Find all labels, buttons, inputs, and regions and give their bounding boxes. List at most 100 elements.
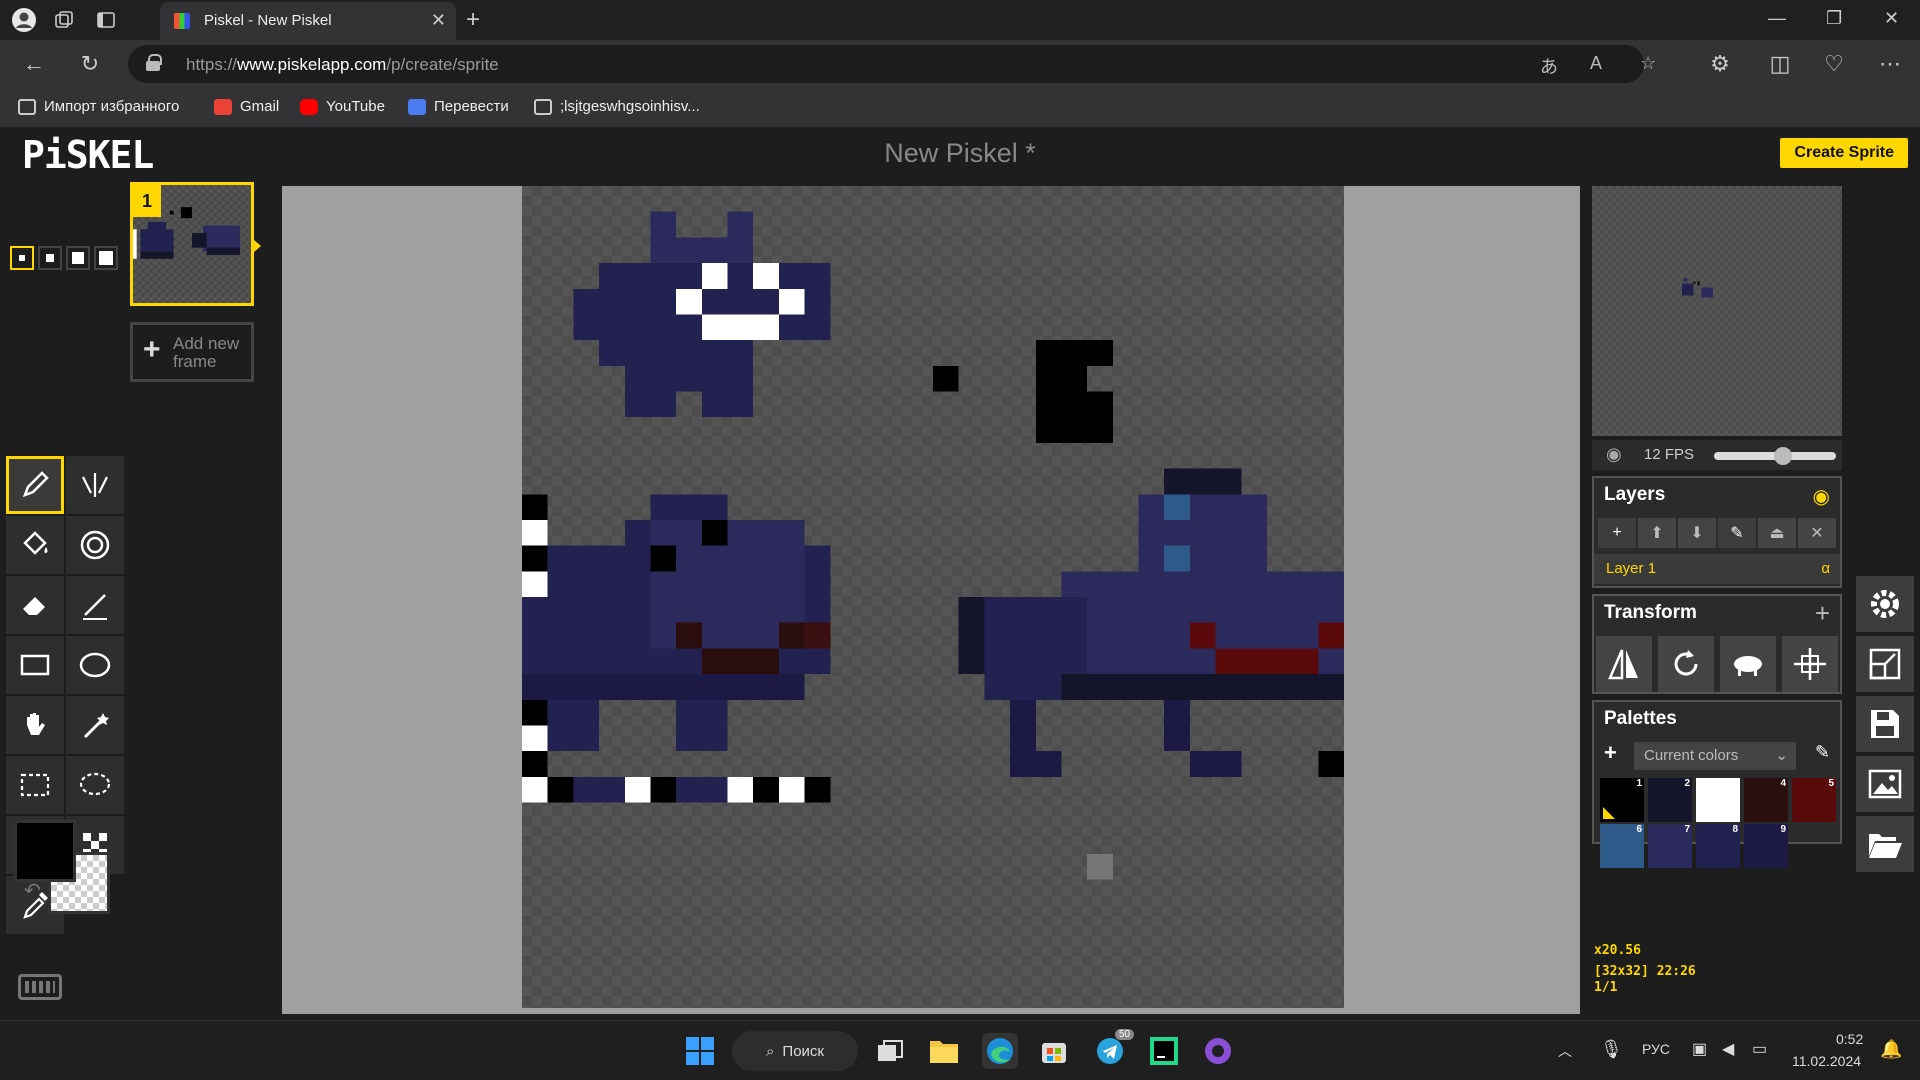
add-frame-button[interactable]: + Add new frame xyxy=(130,322,254,382)
alpha-icon[interactable]: α xyxy=(1821,560,1830,577)
resize-button[interactable] xyxy=(1856,636,1914,692)
expand-transform-icon[interactable]: + xyxy=(1815,598,1830,629)
add-layer-button[interactable]: + xyxy=(1598,518,1636,548)
read-aloud-icon[interactable]: A xyxy=(1590,53,1602,74)
tray-chevron-up-icon[interactable]: ︿ xyxy=(1558,1041,1572,1061)
fps-slider-knob[interactable] xyxy=(1774,447,1792,465)
export-button[interactable] xyxy=(1856,756,1914,812)
vertical-mirror-tool[interactable] xyxy=(66,456,124,514)
rectangle-select-tool[interactable] xyxy=(6,756,64,814)
minimize-icon[interactable]: — xyxy=(1768,8,1786,29)
profile-icon[interactable] xyxy=(10,6,38,34)
lasso-select-tool[interactable] xyxy=(66,756,124,814)
pen-size-4[interactable] xyxy=(94,246,118,270)
telegram-icon[interactable]: 50 xyxy=(1092,1029,1134,1069)
clone-button[interactable] xyxy=(1720,636,1776,692)
animation-preview[interactable] xyxy=(1592,186,1842,436)
save-button[interactable] xyxy=(1856,696,1914,752)
move-tool[interactable] xyxy=(6,696,64,754)
edit-palette-icon[interactable]: ✎ xyxy=(1815,742,1830,763)
center-button[interactable] xyxy=(1782,636,1838,692)
github-desktop-icon[interactable] xyxy=(1200,1033,1236,1069)
close-tab-icon[interactable]: ✕ xyxy=(431,10,446,31)
palette-swatch[interactable]: 9 xyxy=(1744,824,1788,868)
flip-button[interactable] xyxy=(1596,636,1652,692)
browser-essentials-icon[interactable]: ♡ xyxy=(1820,50,1848,78)
create-sprite-button[interactable]: Create Sprite xyxy=(1780,138,1908,168)
microphone-icon[interactable]: 🎙 xyxy=(1600,1039,1623,1060)
bookmark-item[interactable]: Gmail xyxy=(214,98,279,115)
move-layer-down-button[interactable]: ⬇ xyxy=(1678,518,1716,548)
volume-icon[interactable]: ◀ xyxy=(1722,1039,1734,1059)
extensions-icon[interactable]: ⚙ xyxy=(1706,50,1734,78)
edit-layer-button[interactable]: ✎ xyxy=(1718,518,1756,548)
bookmark-item[interactable]: Перевести xyxy=(408,98,509,115)
pen-tool[interactable] xyxy=(6,456,64,514)
pen-size-1[interactable] xyxy=(10,246,34,270)
shape-select-tool[interactable] xyxy=(66,696,124,754)
workspaces-icon[interactable] xyxy=(50,6,78,34)
onion-skin-icon[interactable]: ◉ xyxy=(1606,444,1622,465)
store-icon[interactable] xyxy=(1036,1033,1072,1069)
palette-swatch[interactable]: 4 xyxy=(1744,778,1788,822)
palette-swatch[interactable]: 3 xyxy=(1696,778,1740,822)
fps-slider[interactable] xyxy=(1714,447,1836,465)
input-language[interactable]: РУС xyxy=(1642,1041,1670,1057)
palette-swatch[interactable]: 8 xyxy=(1696,824,1740,868)
rotate-button[interactable] xyxy=(1658,636,1714,692)
palette-swatch[interactable]: 1 xyxy=(1600,778,1644,822)
file-explorer-icon[interactable] xyxy=(926,1033,962,1069)
favorite-star-icon[interactable]: ☆ xyxy=(1640,53,1656,74)
palette-swatch[interactable]: 7 xyxy=(1648,824,1692,868)
import-button[interactable] xyxy=(1856,816,1914,872)
pycharm-icon[interactable] xyxy=(1146,1033,1182,1069)
drawing-canvas-area[interactable] xyxy=(282,186,1580,1014)
pen-size-3[interactable] xyxy=(66,246,90,270)
back-icon[interactable]: ← xyxy=(20,50,48,78)
paint-bucket-tool[interactable] xyxy=(6,516,64,574)
clock-date[interactable]: 11.02.2024 xyxy=(1792,1053,1861,1069)
bookmark-item[interactable]: ;lsjtgeswhgsoinhisv... xyxy=(534,98,700,115)
eye-icon[interactable]: ◉ xyxy=(1813,484,1830,509)
delete-layer-button[interactable]: ✕ xyxy=(1798,518,1836,548)
palette-select[interactable]: Current colors ⌄ xyxy=(1634,742,1796,770)
start-icon[interactable] xyxy=(682,1033,718,1069)
close-window-icon[interactable]: ✕ xyxy=(1884,8,1899,29)
browser-tab-active[interactable]: Piskel - New Piskel ✕ xyxy=(160,2,456,40)
palette-swatch[interactable]: 2 xyxy=(1648,778,1692,822)
rectangle-tool[interactable] xyxy=(6,636,64,694)
page-title[interactable]: New Piskel * xyxy=(0,138,1920,169)
move-layer-up-button[interactable]: ⬆ xyxy=(1638,518,1676,548)
sprite-canvas[interactable] xyxy=(522,186,1344,1008)
bookmark-item[interactable]: Импорт избранного xyxy=(18,98,179,115)
add-palette-icon[interactable]: + xyxy=(1604,740,1617,766)
merge-layer-button[interactable]: ⏏ xyxy=(1758,518,1796,548)
split-screen-icon[interactable]: ◫ xyxy=(1766,50,1794,78)
circle-tool[interactable] xyxy=(66,636,124,694)
network-icon[interactable]: ▣ xyxy=(1692,1039,1707,1059)
task-view-icon[interactable] xyxy=(872,1033,908,1069)
bookmark-item[interactable]: YouTube xyxy=(300,98,385,115)
pen-size-2[interactable] xyxy=(38,246,62,270)
tab-actions-icon[interactable] xyxy=(92,6,120,34)
clock-time[interactable]: 0:52 xyxy=(1836,1031,1863,1047)
address-bar[interactable]: https://www.piskelapp.com/p/create/sprit… xyxy=(128,45,1656,83)
edge-browser-icon[interactable] xyxy=(982,1033,1018,1069)
frame-thumbnail[interactable]: 1 xyxy=(130,182,254,306)
more-menu-icon[interactable]: ⋯ xyxy=(1876,50,1904,78)
notifications-bell-icon[interactable]: 🔔 xyxy=(1880,1039,1902,1060)
eraser-tool[interactable] xyxy=(6,576,64,634)
restore-icon[interactable]: ❐ xyxy=(1826,8,1842,29)
layer-item[interactable]: Layer 1 α xyxy=(1594,554,1840,584)
paint-same-color-tool[interactable] xyxy=(66,516,124,574)
new-tab-icon[interactable]: + xyxy=(466,6,480,34)
settings-button[interactable] xyxy=(1856,576,1914,632)
stroke-tool[interactable] xyxy=(66,576,124,634)
primary-color[interactable] xyxy=(14,820,76,882)
reload-icon[interactable]: ↻ xyxy=(76,50,104,78)
palette-swatch[interactable]: 5 xyxy=(1792,778,1836,822)
taskbar-search[interactable]: ⌕ Поиск xyxy=(732,1031,858,1071)
translate-page-icon[interactable]: あ xyxy=(1540,53,1558,79)
palette-swatch[interactable]: 6 xyxy=(1600,824,1644,868)
battery-icon[interactable]: ▭ xyxy=(1752,1039,1767,1059)
